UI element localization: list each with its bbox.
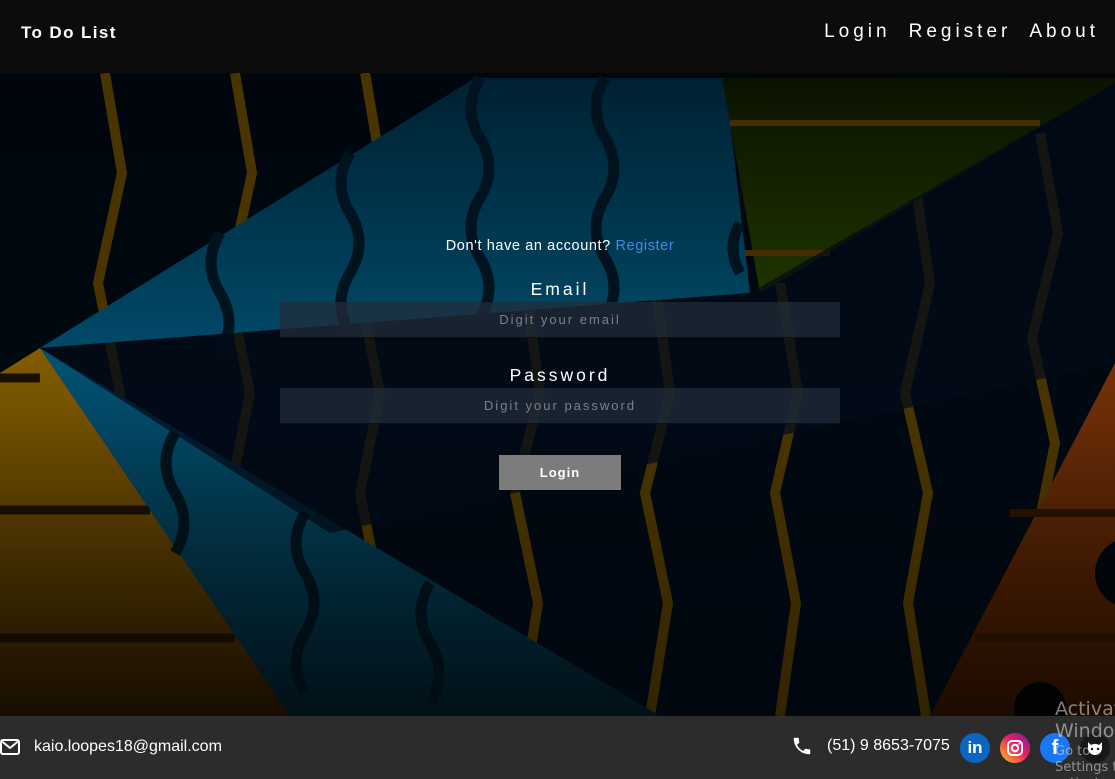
brand-title[interactable]: To Do List	[21, 23, 117, 43]
footer-phone: (51) 9 8653-7075	[791, 735, 950, 757]
watermark-line1: Activate Windows	[1055, 698, 1115, 742]
footer-email-text[interactable]: kaio.loopes18@gmail.com	[34, 738, 222, 756]
nav-login-link[interactable]: Login	[824, 21, 891, 43]
signup-prompt-text: Don't have an account?	[445, 238, 611, 254]
nav-about-link[interactable]: About	[1029, 21, 1099, 43]
login-button[interactable]: Login	[499, 455, 621, 490]
envelope-icon	[0, 739, 20, 755]
watermark-line2: Go to Settings to activate Windows.	[1055, 744, 1115, 779]
linkedin-icon[interactable]: in	[960, 733, 990, 763]
top-navbar: To Do List Login Register About	[0, 0, 1115, 73]
footer: kaio.loopes18@gmail.com (51) 9 8653-7075…	[0, 716, 1115, 779]
instagram-icon[interactable]	[1000, 733, 1030, 763]
register-link[interactable]: Register	[615, 238, 674, 254]
email-input[interactable]	[280, 302, 840, 338]
footer-email: kaio.loopes18@gmail.com	[0, 738, 222, 756]
signup-prompt: Don't have an account? Register	[280, 238, 840, 254]
nav-links: Login Register About	[824, 21, 1099, 43]
password-input[interactable]	[280, 388, 840, 424]
windows-activation-watermark: Activate Windows Go to Settings to activ…	[1055, 698, 1115, 779]
phone-icon	[791, 735, 813, 757]
page: To Do List Login Register About Don't ha…	[0, 0, 1115, 779]
login-form: Don't have an account? Register Email Pa…	[280, 238, 840, 490]
password-label: Password	[509, 365, 611, 385]
nav-register-link[interactable]: Register	[909, 21, 1012, 43]
email-label: Email	[530, 279, 590, 299]
footer-phone-text: (51) 9 8653-7075	[827, 737, 950, 754]
